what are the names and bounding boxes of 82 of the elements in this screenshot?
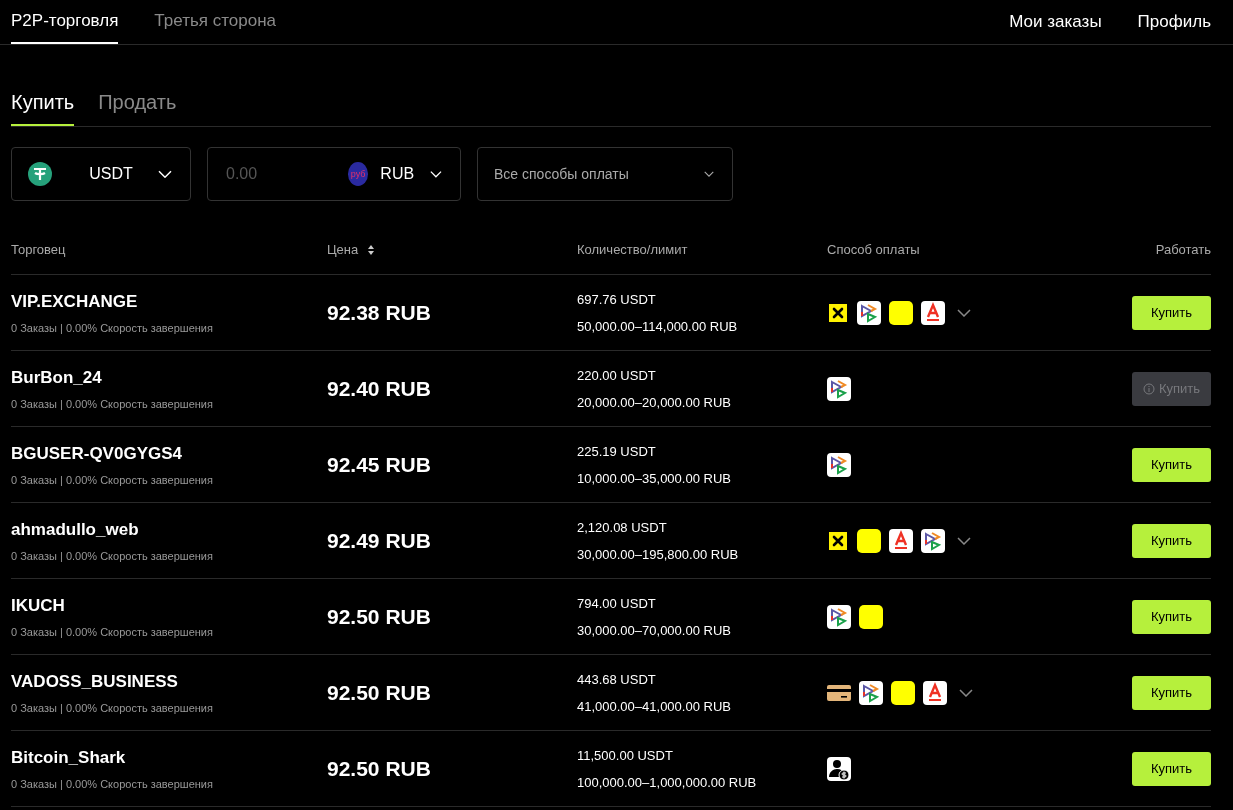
buy-button[interactable]: Купить xyxy=(1132,599,1211,634)
coin-select[interactable]: USDT xyxy=(11,147,191,201)
nav-tab[interactable]: Третья сторона xyxy=(154,0,276,44)
buy-button[interactable]: Купить xyxy=(1132,751,1211,786)
rounded-square-logo-icon xyxy=(889,300,913,325)
merchant-stats: 0 Заказы | 0.00% Скорость завершения xyxy=(11,473,214,486)
column-header: Работать xyxy=(1155,242,1211,257)
chevron-down-icon xyxy=(430,169,442,179)
chevron-down-icon[interactable] xyxy=(959,688,973,697)
merchant-stats: 0 Заказы | 0.00% Скорость завершения xyxy=(11,549,214,562)
nav-link[interactable]: Профиль xyxy=(1137,0,1211,44)
order-limit: 20,000.00–20,000.00 RUB xyxy=(577,394,732,410)
trade-side-tab[interactable]: Продать xyxy=(98,91,177,126)
nav-link[interactable]: Мои заказы xyxy=(1009,0,1102,44)
available-quantity: 443.68 USDT xyxy=(577,671,657,687)
letter-a-logo-icon xyxy=(923,680,947,705)
cross-logo-icon xyxy=(827,529,849,552)
available-quantity: 2,120.08 USDT xyxy=(577,519,668,535)
order-limit: 100,000.00–1,000,000.00 RUB xyxy=(577,774,758,790)
triangles-logo-icon xyxy=(859,680,883,705)
merchant-name[interactable]: VIP.EXCHANGE xyxy=(11,291,327,312)
column-header: Торговец xyxy=(11,242,67,257)
card-icon xyxy=(827,682,851,703)
merchant-stats: 0 Заказы | 0.00% Скорость завершения xyxy=(11,397,214,410)
available-quantity: 220.00 USDT xyxy=(577,367,657,383)
triangles-logo-icon xyxy=(857,300,881,325)
available-quantity: 697.76 USDT xyxy=(577,291,657,307)
order-limit: 50,000.00–114,000.00 RUB xyxy=(577,318,739,334)
buy-button[interactable]: Купить xyxy=(1132,675,1211,710)
price: 92.50 RUB xyxy=(327,680,432,705)
cross-logo-icon xyxy=(827,301,849,324)
price: 92.50 RUB xyxy=(327,604,432,629)
trade-side-tab[interactable]: Купить xyxy=(11,91,75,126)
chevron-down-icon[interactable] xyxy=(957,308,971,317)
info-icon xyxy=(1142,382,1155,395)
merchant-stats: 0 Заказы | 0.00% Скорость завершения xyxy=(11,777,214,790)
buy-button[interactable]: Купить xyxy=(1132,523,1211,558)
merchant-name[interactable]: ahmadullo_web xyxy=(11,519,327,540)
buy-button[interactable]: Купить xyxy=(1132,295,1211,330)
tether-icon xyxy=(28,162,52,186)
buy-button[interactable]: Купить xyxy=(1132,447,1211,482)
triangles-logo-icon xyxy=(827,604,851,629)
person-dollar-icon xyxy=(827,756,851,781)
triangles-logo-icon xyxy=(827,452,851,477)
order-limit: 41,000.00–41,000.00 RUB xyxy=(577,698,732,714)
order-limit: 10,000.00–35,000.00 RUB xyxy=(577,470,732,486)
amount-input[interactable]: 0.00 xyxy=(224,164,338,184)
payment-method-select[interactable]: Все способы оплаты xyxy=(477,147,733,201)
merchant-stats: 0 Заказы | 0.00% Скорость завершения xyxy=(11,701,214,714)
order-limit: 30,000.00–195,800.00 RUB xyxy=(577,546,740,562)
letter-a-logo-icon xyxy=(921,300,945,325)
available-quantity: 11,500.00 USDT xyxy=(577,747,674,763)
merchant-stats: 0 Заказы | 0.00% Скорость завершения xyxy=(11,321,214,334)
price: 92.49 RUB xyxy=(327,528,432,553)
chevron-down-icon xyxy=(704,171,714,177)
rounded-square-logo-icon xyxy=(857,528,881,553)
price: 92.45 RUB xyxy=(327,452,432,477)
ruble-badge: руб xyxy=(348,162,369,186)
column-header: Способ оплаты xyxy=(827,242,920,257)
triangles-logo-icon xyxy=(921,528,945,553)
merchant-name[interactable]: BGUSER-QV0GYGS4 xyxy=(11,443,327,464)
available-quantity: 225.19 USDT xyxy=(577,443,657,459)
available-quantity: 794.00 USDT xyxy=(577,595,657,611)
merchant-name[interactable]: IKUCH xyxy=(11,595,327,616)
chevron-down-icon[interactable] xyxy=(957,536,971,545)
letter-a-logo-icon xyxy=(889,528,913,553)
nav-tab[interactable]: P2P-торговля xyxy=(11,0,119,44)
rounded-square-logo-icon xyxy=(891,680,915,705)
merchant-stats: 0 Заказы | 0.00% Скорость завершения xyxy=(11,625,214,638)
currency-label: RUB xyxy=(380,165,415,183)
merchant-name[interactable]: VADOSS_BUSINESS xyxy=(11,671,327,692)
column-header[interactable]: Цена xyxy=(327,242,577,257)
price: 92.40 RUB xyxy=(327,376,432,401)
rounded-square-logo-icon xyxy=(859,604,883,629)
price: 92.38 RUB xyxy=(327,300,432,325)
order-limit: 30,000.00–70,000.00 RUB xyxy=(577,622,732,638)
column-header: Количество/лимит xyxy=(577,242,689,257)
merchant-name[interactable]: Bitcoin_Shark xyxy=(11,747,327,768)
triangles-logo-icon xyxy=(827,376,851,401)
sort-icon xyxy=(368,244,375,255)
price: 92.50 RUB xyxy=(327,756,432,781)
chevron-down-icon xyxy=(158,169,172,179)
